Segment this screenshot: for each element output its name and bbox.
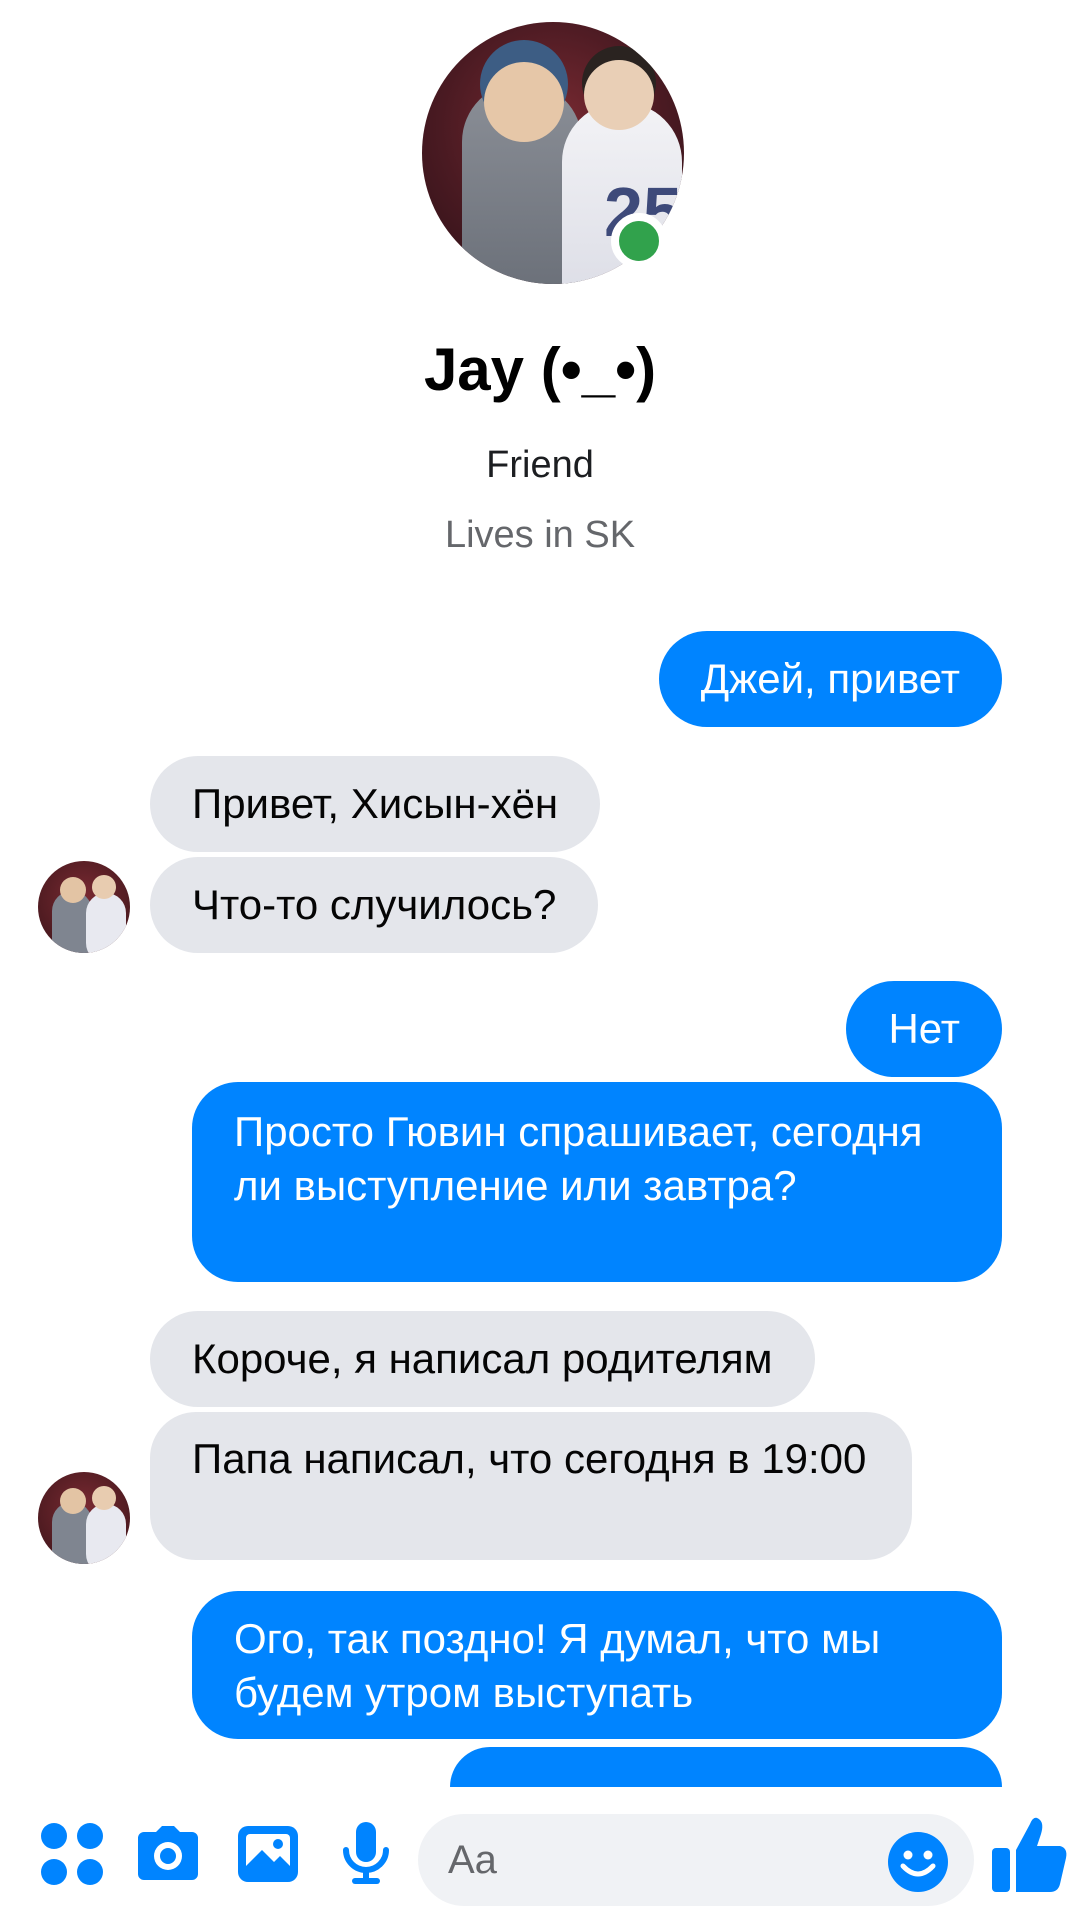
message-bubble-incoming[interactable]: Привет, Хисын-хён	[150, 756, 601, 852]
contact-relationship: Friend	[486, 444, 594, 486]
message-input-container[interactable]	[418, 1814, 974, 1906]
composer-bar	[0, 1790, 1080, 1920]
apps-icon[interactable]	[36, 1818, 108, 1890]
message-bubble-outgoing[interactable]: Ого, так поздно! Я думал, что мы будем у…	[192, 1591, 1002, 1739]
message-bubble-outgoing[interactable]: Джей, привет	[658, 631, 1002, 727]
emoji-icon[interactable]	[886, 1830, 950, 1894]
sender-avatar[interactable]	[38, 1472, 130, 1564]
message-bubble-outgoing-partial[interactable]	[450, 1747, 1002, 1787]
message-bubble-outgoing[interactable]: Просто Гювин спрашивает, сегодня ли выст…	[192, 1082, 1002, 1282]
camera-icon[interactable]	[132, 1818, 204, 1890]
online-status-dot	[611, 213, 667, 269]
message-bubble-incoming[interactable]: Что-то случилось?	[150, 857, 599, 953]
message-bubble-incoming[interactable]: Короче, я написал родителям	[150, 1311, 815, 1407]
gallery-icon[interactable]	[232, 1818, 304, 1890]
thumbs-up-icon[interactable]	[990, 1812, 1070, 1896]
sender-avatar[interactable]	[38, 861, 130, 953]
message-bubble-incoming[interactable]: Папа написал, что сегодня в 19:00	[150, 1412, 912, 1560]
message-bubble-outgoing[interactable]: Нет	[846, 981, 1002, 1077]
contact-name[interactable]: Jay (•_•)	[0, 335, 1080, 404]
message-input[interactable]	[448, 1828, 888, 1892]
contact-location: Lives in SK	[444, 514, 636, 556]
microphone-icon[interactable]	[330, 1818, 402, 1890]
conversation-profile-header: 25 Jay (•_•) Friend Lives in SK	[0, 0, 1080, 600]
